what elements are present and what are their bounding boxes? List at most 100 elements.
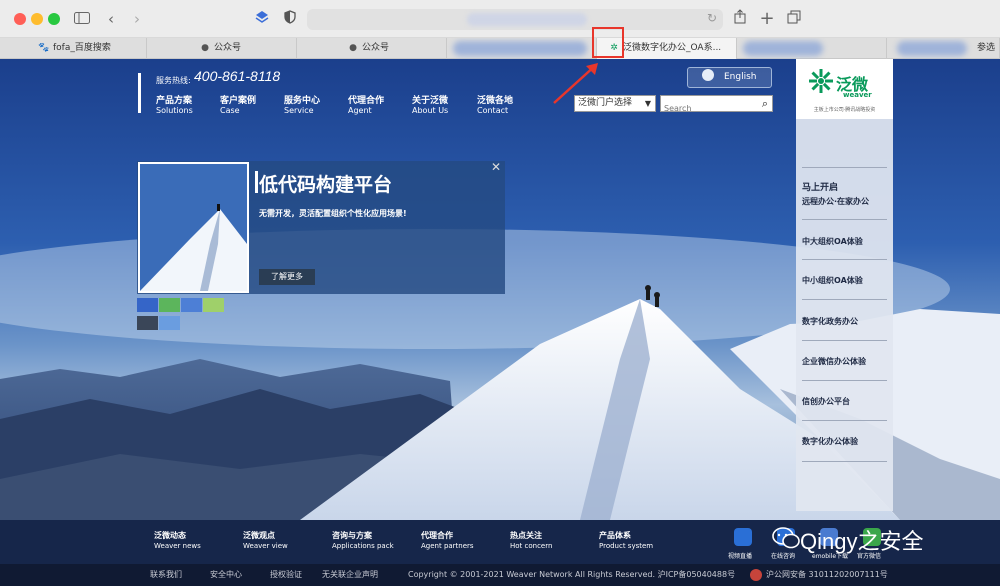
close-window-button[interactable]: [14, 13, 26, 25]
nav-label: 客户案例: [220, 96, 257, 106]
nav-solutions[interactable]: 产品方案 Solutions: [156, 96, 193, 116]
nav-label: 产品方案: [156, 96, 193, 106]
shield-icon[interactable]: [282, 9, 298, 29]
tab-redacted[interactable]: [447, 38, 597, 59]
sidebar-item-gov[interactable]: 数字化政务办公: [802, 315, 890, 328]
footer-label: 咨询与方案: [332, 531, 372, 540]
back-icon[interactable]: ‹: [104, 9, 118, 29]
carousel-dot[interactable]: [159, 316, 180, 330]
nav-label-en: Service: [284, 106, 314, 115]
forward-icon[interactable]: ›: [130, 9, 144, 29]
link-license[interactable]: 授权验证: [270, 564, 302, 586]
logo-name-en: weaver: [843, 91, 872, 99]
tab-redacted-2[interactable]: [737, 38, 887, 59]
browser-toolbar: ‹ › 2 ↻ +: [0, 0, 1000, 38]
footer-label: 泛微观点: [243, 531, 275, 540]
minimize-window-button[interactable]: [31, 13, 43, 25]
footer-label-en: Agent partners: [421, 542, 474, 550]
footer-hot-concern[interactable]: 热点关注 Hot concern: [510, 531, 552, 551]
search-input[interactable]: [661, 101, 749, 116]
online-chat-label: 在线咨询: [771, 553, 796, 560]
tab-label: 泛微数字化办公_OA系...: [623, 43, 722, 53]
divider: [802, 380, 887, 381]
promo-title: 低代码构建平台: [259, 174, 393, 196]
divider: [802, 259, 887, 260]
promo-card: 低代码构建平台 无需开发，灵活配置组织个性化应用场景! 了解更多 ✕: [137, 160, 505, 294]
tab-wechat-1[interactable]: ● 公众号: [147, 38, 297, 59]
sidebar-item-sublabel: 远程办公·在家办公: [802, 197, 870, 206]
learn-more-button[interactable]: 了解更多: [259, 269, 315, 285]
english-button[interactable]: English: [687, 67, 772, 88]
carousel-dot[interactable]: [159, 298, 180, 312]
promo-title-bar: [255, 171, 258, 193]
right-sidebar: 泛微 weaver 主板上市公司·腾讯战略投资 马上开启 远程办公·在家办公 中…: [796, 59, 893, 511]
carousel-dot[interactable]: [137, 298, 158, 312]
tab-overview-icon[interactable]: [786, 9, 802, 29]
link-contact[interactable]: 联系我们: [150, 564, 182, 586]
sidebar-toggle-icon[interactable]: [72, 9, 92, 29]
search-icon[interactable]: ⌕: [762, 97, 768, 111]
footer-label: 代理合作: [421, 531, 453, 540]
tab-wechat-2[interactable]: ● 公众号: [297, 38, 447, 59]
footer-label: 泛微动态: [154, 531, 186, 540]
footer-nav: 泛微动态 Weaver news 泛微观点 Weaver view 咨询与方案 App…: [0, 520, 1000, 564]
divider: [802, 420, 887, 421]
sidebar-item-large-oa[interactable]: 中大组织OA体验: [802, 235, 890, 248]
video-live-label: 视频直播: [728, 553, 753, 560]
footer-agent-partners[interactable]: 代理合作 Agent partners: [421, 531, 474, 551]
tab-label: 公众号: [214, 43, 242, 53]
footer-label-en: Applications pack: [332, 542, 394, 550]
nav-label-en: Agent: [348, 106, 372, 115]
chevron-down-icon: ▼: [644, 99, 651, 108]
tab-bar: 🐾 fofa_百度搜索 ● 公众号 ● 公众号 ✲ 泛微数字化办公_OA系... 参选: [0, 38, 1000, 59]
carousel-dot[interactable]: [137, 316, 158, 330]
redacted-url: [467, 13, 587, 26]
weaver-logo[interactable]: 泛微 weaver 主板上市公司·腾讯战略投资: [796, 59, 893, 119]
nav-accent-bar: [138, 73, 141, 113]
video-live-icon[interactable]: [734, 528, 752, 546]
carousel-dot[interactable]: [181, 298, 202, 312]
globe-icon: [702, 69, 714, 81]
promo-image[interactable]: [138, 162, 249, 293]
tab-fofa[interactable]: 🐾 fofa_百度搜索: [0, 38, 147, 59]
nav-service[interactable]: 服务中心 Service: [284, 96, 320, 116]
share-icon[interactable]: [732, 9, 748, 29]
hotline-number: 400-861-8118: [194, 68, 281, 84]
nav-label: 服务中心: [284, 96, 321, 106]
hotline-label: 服务热线:: [156, 76, 191, 85]
extension-layers-icon[interactable]: 2: [252, 9, 528, 29]
nav-label-en: Case: [220, 106, 240, 115]
close-icon[interactable]: ✕: [491, 160, 501, 174]
sidebar-item-small-oa[interactable]: 中小组织OA体验: [802, 274, 890, 287]
nav-case[interactable]: 客户案例 Case: [220, 96, 256, 116]
nav-contact[interactable]: 泛微各地 Contact: [477, 96, 513, 116]
sidebar-item-xinchuang[interactable]: 信创办公平台: [802, 395, 890, 408]
address-bar[interactable]: ↻: [307, 9, 723, 30]
promo-subtitle: 无需开发，灵活配置组织个性化应用场景!: [259, 209, 407, 218]
police-record[interactable]: 沪公网安备 31011202007111号: [766, 564, 888, 586]
redacted-tab: [743, 41, 823, 56]
tab-last[interactable]: 参选: [887, 38, 1000, 59]
nav-agent[interactable]: 代理合作 Agent: [348, 96, 384, 116]
bottom-bar: 联系我们 安全中心 授权验证 无关联企业声明 Copyright © 2001-…: [0, 564, 1000, 586]
footer-label-en: Weaver news: [154, 542, 201, 550]
wechat-icon: ●: [349, 43, 357, 53]
carousel-dot[interactable]: [203, 298, 224, 312]
link-disclaimer[interactable]: 无关联企业声明: [322, 564, 378, 586]
sidebar-item-digital[interactable]: 数字化办公体验: [802, 435, 890, 448]
new-tab-icon[interactable]: +: [759, 9, 775, 29]
footer-applications[interactable]: 咨询与方案 Applications pack: [332, 531, 394, 551]
arrow-annotation: [553, 63, 598, 104]
footer-weaver-news[interactable]: 泛微动态 Weaver news: [154, 531, 201, 551]
nav-about[interactable]: 关于泛微 About Us: [412, 96, 448, 116]
footer-weaver-view[interactable]: 泛微观点 Weaver view: [243, 531, 288, 551]
sidebar-item-wecom[interactable]: 企业微信办公体验: [802, 355, 890, 368]
footer-product-system[interactable]: 产品体系 Product system: [599, 531, 653, 551]
wechat-icon: ●: [201, 43, 209, 53]
baidu-icon: 🐾: [38, 43, 50, 53]
zoom-window-button[interactable]: [48, 13, 60, 25]
nav-label: 代理合作: [348, 96, 385, 106]
link-security[interactable]: 安全中心: [210, 564, 242, 586]
sidebar-item-remote-office[interactable]: 马上开启 远程办公·在家办公: [802, 181, 890, 208]
reload-icon[interactable]: ↻: [707, 11, 717, 25]
